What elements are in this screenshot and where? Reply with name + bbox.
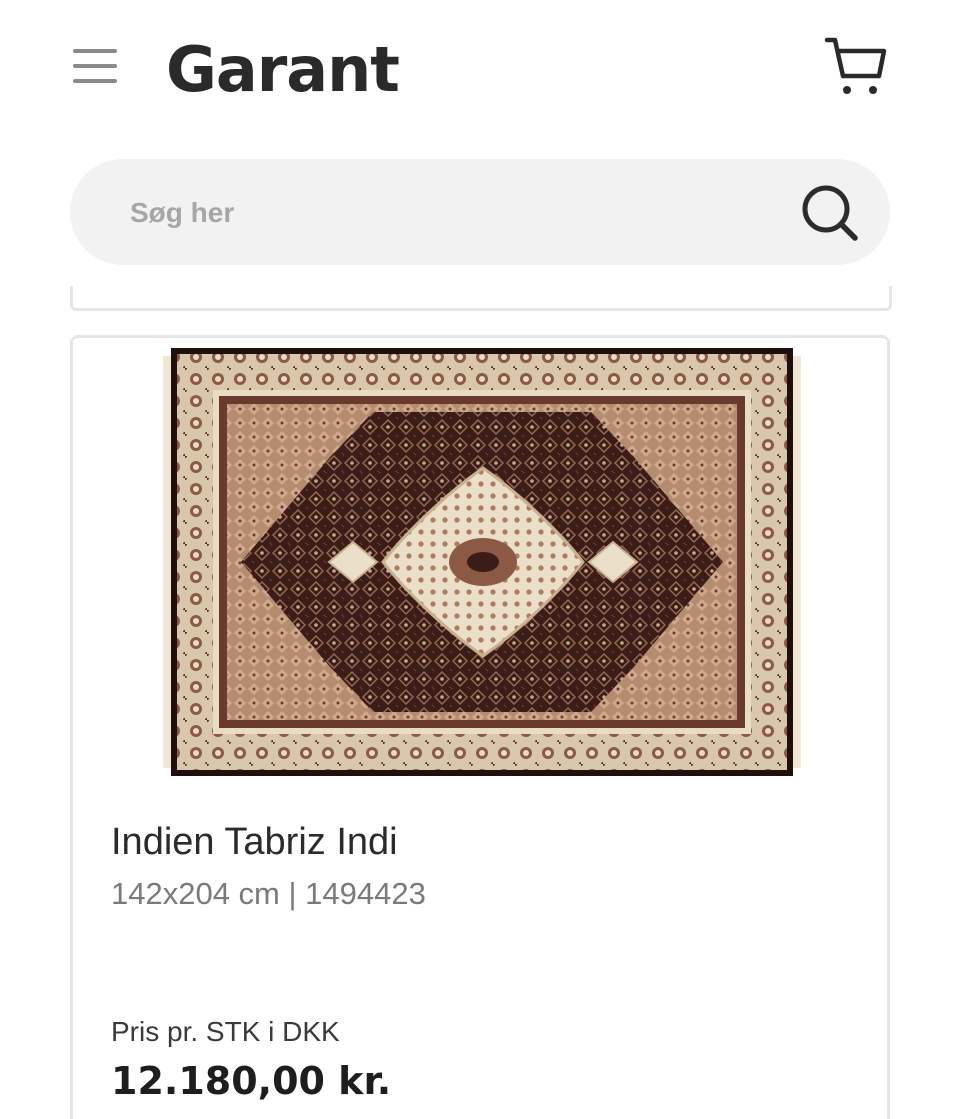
site-header: Garant <box>0 0 960 135</box>
price-label: Pris pr. STK i DKK <box>111 1016 340 1047</box>
shopping-cart-icon[interactable] <box>823 34 887 98</box>
product-image[interactable] <box>163 346 803 778</box>
hamburger-menu-icon[interactable] <box>73 46 119 86</box>
search-bar <box>70 159 890 265</box>
product-card[interactable]: Indien Tabriz Indi 142x204 cm | 1494423 … <box>70 335 890 1119</box>
product-size-and-sku: 142x204 cm | 1494423 <box>111 876 426 911</box>
search-input[interactable] <box>128 187 792 239</box>
search-icon[interactable] <box>800 183 860 243</box>
product-price: 12.180,00 kr. <box>111 1059 392 1103</box>
page: Garant Søg her Indien Tabriz Indi 142x20… <box>0 0 960 1119</box>
garant-logo[interactable]: Garant <box>166 30 400 110</box>
product-title[interactable]: Indien Tabriz Indi <box>111 818 851 866</box>
